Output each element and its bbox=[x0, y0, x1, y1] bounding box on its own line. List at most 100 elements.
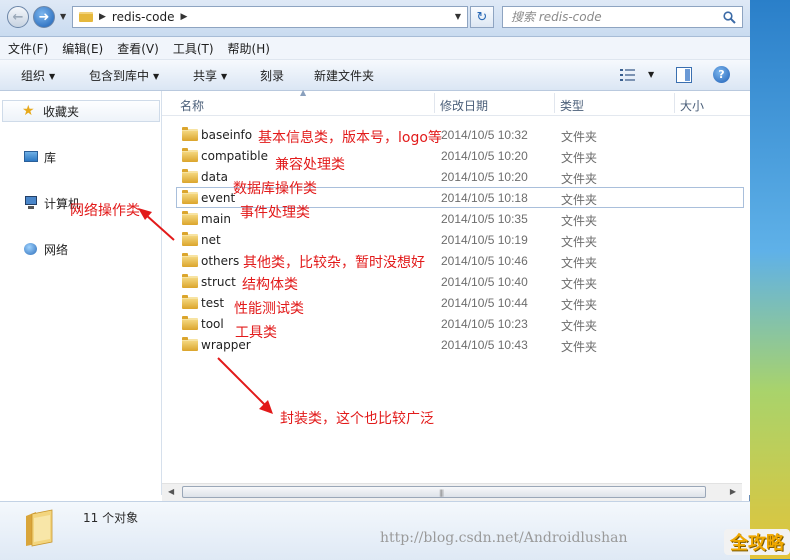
file-name: compatible bbox=[201, 149, 268, 163]
file-row-compatible[interactable]: compatible 2014/10/5 10:20 文件夹 bbox=[176, 145, 744, 166]
back-button[interactable]: ← bbox=[7, 6, 29, 28]
nav-item-library[interactable]: 库 bbox=[0, 146, 160, 168]
history-dropdown-icon[interactable]: ▼ bbox=[60, 12, 66, 21]
refresh-button[interactable]: ↻ bbox=[470, 6, 494, 28]
file-name: baseinfo bbox=[201, 128, 253, 142]
file-date: 2014/10/5 10:18 bbox=[441, 191, 528, 205]
menu-help[interactable]: 帮助(H) bbox=[222, 40, 276, 57]
file-name: tool bbox=[201, 317, 224, 331]
scrollbar-thumb[interactable]: ||| bbox=[182, 486, 706, 498]
file-type: 文件夹 bbox=[561, 130, 598, 144]
folder-icon bbox=[182, 253, 198, 267]
annotation-struct: 结构体类 bbox=[242, 277, 298, 293]
organize-button[interactable]: 组织 ▼ bbox=[21, 67, 55, 84]
file-date: 2014/10/5 10:32 bbox=[441, 128, 528, 142]
command-bar: 组织 ▼ 包含到库中 ▼ 共享 ▼ 刻录 新建文件夹 ▼ ? bbox=[0, 60, 750, 91]
menu-view[interactable]: 查看(V) bbox=[111, 40, 165, 57]
nav-item-favorites[interactable]: ★ 收藏夹 bbox=[2, 100, 160, 122]
file-date: 2014/10/5 10:43 bbox=[441, 338, 528, 352]
column-header-date[interactable]: 修改日期 bbox=[440, 97, 488, 114]
column-header-name[interactable]: 名称 bbox=[180, 97, 204, 114]
file-name: struct bbox=[201, 275, 236, 289]
search-input[interactable] bbox=[503, 9, 720, 25]
file-type: 文件夹 bbox=[561, 172, 598, 186]
arrow-right-icon: ➜ bbox=[38, 9, 50, 25]
file-date: 2014/10/5 10:19 bbox=[441, 233, 528, 247]
file-row-net[interactable]: net 2014/10/5 10:19 文件夹 bbox=[176, 229, 744, 250]
horizontal-scrollbar[interactable]: ◀ ||| ▶ bbox=[162, 483, 742, 501]
forward-button[interactable]: ➜ bbox=[33, 6, 55, 28]
annotation-baseinfo: 基本信息类，版本号，logo等 bbox=[258, 130, 442, 146]
file-type: 文件夹 bbox=[561, 319, 598, 333]
chevron-down-icon: ▼ bbox=[221, 72, 228, 81]
folder-icon bbox=[182, 295, 198, 309]
search-icon[interactable] bbox=[720, 10, 738, 24]
annotation-others: 其他类，比较杂，暂时没想好 bbox=[243, 255, 425, 271]
breadcrumb-path[interactable]: redis-code bbox=[112, 10, 175, 24]
file-name: net bbox=[201, 233, 221, 247]
library-icon bbox=[23, 150, 39, 164]
details-pane: 11 个对象 bbox=[0, 501, 750, 560]
column-divider[interactable] bbox=[674, 93, 675, 113]
file-date: 2014/10/5 10:20 bbox=[441, 149, 528, 163]
scroll-right-icon[interactable]: ▶ bbox=[730, 487, 736, 496]
annotation-compatible: 兼容处理类 bbox=[275, 157, 345, 173]
menu-file[interactable]: 文件(F) bbox=[2, 40, 54, 57]
include-in-library-label: 包含到库中 bbox=[89, 69, 150, 83]
file-name: test bbox=[201, 296, 225, 310]
scroll-left-icon[interactable]: ◀ bbox=[168, 487, 174, 496]
star-icon: ★ bbox=[22, 103, 35, 119]
refresh-icon: ↻ bbox=[476, 9, 488, 25]
address-bar: ← ➜ ▼ ▶ redis-code ▶ ▼ ↻ bbox=[0, 0, 750, 37]
view-options-icon[interactable] bbox=[620, 68, 636, 82]
menu-tools[interactable]: 工具(T) bbox=[167, 40, 220, 57]
share-button[interactable]: 共享 ▼ bbox=[193, 67, 227, 84]
folder-icon bbox=[182, 169, 198, 183]
menu-bar: 文件(F) 编辑(E) 查看(V) 工具(T) 帮助(H) bbox=[0, 37, 750, 60]
file-name: main bbox=[201, 212, 231, 226]
chevron-right-icon[interactable]: ▶ bbox=[180, 12, 187, 22]
annotation-data: 数据库操作类 bbox=[233, 181, 317, 197]
column-divider[interactable] bbox=[554, 93, 555, 113]
column-divider[interactable] bbox=[434, 93, 435, 113]
chevron-down-icon: ▼ bbox=[49, 72, 56, 81]
include-in-library-button[interactable]: 包含到库中 ▼ bbox=[89, 67, 159, 84]
folder-icon bbox=[182, 337, 198, 351]
help-icon[interactable]: ? bbox=[713, 66, 730, 83]
share-label: 共享 bbox=[193, 69, 218, 83]
annotation-wrapper: 封装类，这个也比较广泛 bbox=[280, 411, 434, 427]
preview-pane-icon[interactable] bbox=[676, 67, 692, 83]
burn-button[interactable]: 刻录 bbox=[260, 67, 284, 84]
folder-icon bbox=[182, 316, 198, 330]
nav-item-network[interactable]: 网络 bbox=[0, 238, 160, 260]
chevron-down-icon[interactable]: ▼ bbox=[648, 70, 654, 79]
annotation-net: 网络操作类 bbox=[70, 203, 140, 219]
explorer-window: ← ➜ ▼ ▶ redis-code ▶ ▼ ↻ 文件(F) 编辑(E) 查看(… bbox=[0, 0, 750, 560]
address-dropdown-icon[interactable]: ▼ bbox=[455, 12, 461, 21]
arrow-left-icon: ← bbox=[12, 9, 24, 25]
grip-icon: ||| bbox=[439, 489, 444, 497]
file-type: 文件夹 bbox=[561, 193, 598, 207]
annotation-main: 事件处理类 bbox=[240, 205, 310, 221]
file-type: 文件夹 bbox=[561, 214, 598, 228]
file-name: event bbox=[201, 191, 236, 205]
file-type: 文件夹 bbox=[561, 277, 598, 291]
file-date: 2014/10/5 10:23 bbox=[441, 317, 528, 331]
column-header-type[interactable]: 类型 bbox=[560, 97, 584, 114]
nav-item-label: 收藏夹 bbox=[43, 104, 80, 119]
file-type: 文件夹 bbox=[561, 235, 598, 249]
item-count: 11 个对象 bbox=[83, 511, 139, 525]
search-box[interactable] bbox=[502, 6, 743, 28]
nav-item-label: 网络 bbox=[44, 242, 69, 257]
watermark-logo: 全攻略 bbox=[724, 529, 790, 555]
menu-edit[interactable]: 编辑(E) bbox=[56, 40, 109, 57]
chevron-right-icon[interactable]: ▶ bbox=[99, 12, 106, 22]
address-field[interactable]: ▶ redis-code ▶ ▼ bbox=[72, 6, 468, 28]
file-name: others bbox=[201, 254, 240, 268]
new-folder-button[interactable]: 新建文件夹 bbox=[314, 67, 374, 84]
computer-icon bbox=[23, 196, 39, 210]
column-header-size[interactable]: 大小 bbox=[680, 97, 704, 114]
file-type: 文件夹 bbox=[561, 151, 598, 165]
file-date: 2014/10/5 10:35 bbox=[441, 212, 528, 226]
folder-icon bbox=[79, 12, 93, 22]
